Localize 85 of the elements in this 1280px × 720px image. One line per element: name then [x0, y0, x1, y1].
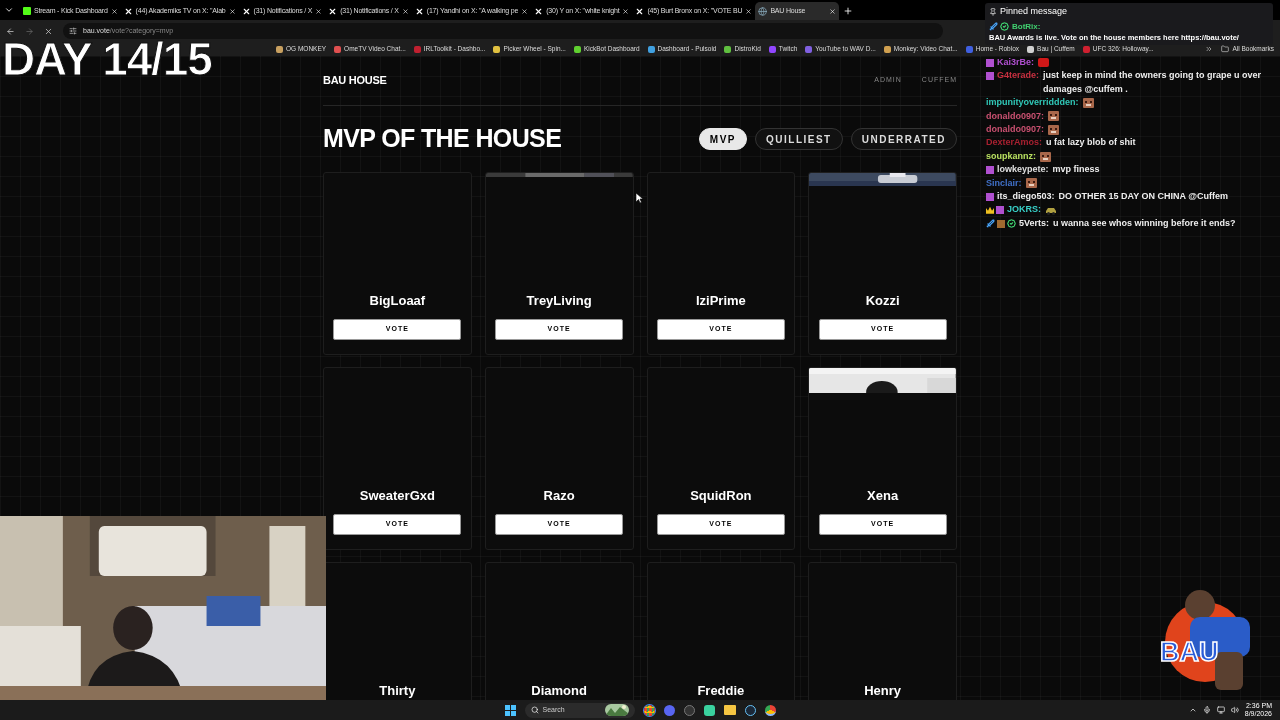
- app-icon[interactable]: [744, 704, 756, 716]
- app-icon[interactable]: [703, 704, 715, 716]
- close-icon[interactable]: [228, 7, 236, 15]
- chevron-up-icon[interactable]: [1188, 706, 1197, 714]
- close-icon[interactable]: [401, 7, 409, 15]
- chat-username[interactable]: its_diego503:: [997, 190, 1055, 204]
- candidate-name: Razo: [542, 488, 576, 504]
- category-tab[interactable]: QUILLIEST: [755, 128, 843, 150]
- candidate-name: TreyLiving: [525, 293, 593, 309]
- gift-icon: [997, 219, 1005, 228]
- cursor-icon: [636, 193, 643, 203]
- chat-message: DO OTHER 15 DAY ON CHINA @Cuffem: [1058, 190, 1228, 204]
- candidate-name: IziPrime: [694, 293, 747, 309]
- chat-username[interactable]: donaldo0907:: [986, 109, 1044, 124]
- tab-search-icon[interactable]: [4, 5, 14, 15]
- emote-icon: [1025, 178, 1037, 189]
- x-logo-icon: [123, 6, 133, 16]
- chat-username[interactable]: JOKRS:: [1007, 203, 1041, 217]
- close-icon[interactable]: [110, 7, 118, 15]
- close-icon[interactable]: [745, 7, 753, 15]
- pinned-heading: Pinned message: [1000, 5, 1068, 18]
- close-icon[interactable]: [521, 7, 529, 15]
- x-logo-icon: [414, 6, 424, 16]
- chat-username[interactable]: soupkannz:: [986, 149, 1036, 164]
- candidate-name: Xena: [866, 488, 900, 504]
- chat-username[interactable]: Sinclair:: [986, 176, 1022, 191]
- chat-app-icon[interactable]: [663, 704, 675, 716]
- emote-icon: [1038, 58, 1049, 68]
- chat-username[interactable]: Kai3rBe:: [997, 56, 1034, 70]
- candidate-name: Diamond: [530, 683, 588, 699]
- emote-icon: [1048, 124, 1059, 135]
- chat-message: mvp finess: [1052, 163, 1100, 177]
- site-logo[interactable]: BAU HOUSE: [323, 72, 387, 89]
- site-info-icon[interactable]: [69, 27, 77, 35]
- emote-icon: [1040, 151, 1051, 162]
- subscriber-icon: [986, 165, 994, 174]
- more-bookmarks-icon[interactable]: [1205, 45, 1214, 53]
- x-logo-icon: [328, 6, 338, 16]
- browser-icon[interactable]: [643, 704, 655, 716]
- chat-username[interactable]: impunityoverriddden:: [986, 96, 1079, 110]
- pin-icon: [989, 7, 997, 16]
- new-tab-icon[interactable]: [843, 6, 854, 16]
- search-icon: [530, 706, 539, 714]
- sword-icon: [986, 219, 995, 229]
- chat-username[interactable]: lowkeypete:: [997, 163, 1049, 177]
- kick-logo-icon: [23, 7, 31, 15]
- emote-icon: [1082, 97, 1094, 108]
- chat-username[interactable]: 5Verts:: [1019, 216, 1050, 231]
- close-icon[interactable]: [622, 7, 630, 15]
- car-icon: [1045, 205, 1057, 215]
- close-icon[interactable]: [829, 7, 837, 15]
- stop-icon[interactable]: [44, 26, 53, 36]
- check-badge-icon: [1000, 22, 1009, 31]
- category-tab[interactable]: UNDERRATED: [850, 128, 957, 150]
- sword-icon: [989, 22, 998, 31]
- close-icon[interactable]: [315, 7, 323, 15]
- candidate-name: Thirty: [378, 683, 417, 699]
- candidate-name: Kozzi: [864, 293, 901, 309]
- x-logo-icon: [241, 6, 251, 16]
- windows-icon[interactable]: [504, 704, 516, 716]
- candidate-name: SweaterGxd: [358, 488, 436, 504]
- x-logo-icon: [635, 6, 645, 16]
- check-badge-icon: [1007, 219, 1016, 229]
- browser-icon[interactable]: [764, 704, 776, 716]
- chat-username: BotRix:: [1012, 20, 1041, 33]
- candidate-name: SquidRon: [689, 488, 753, 504]
- back-icon[interactable]: [6, 26, 15, 36]
- category-tab[interactable]: MVP: [698, 128, 747, 150]
- chat-username[interactable]: donaldo0907:: [986, 123, 1044, 137]
- chat-message: just keep in mind the owners going to grape u over damages @cuffem .: [1043, 69, 1263, 96]
- chat-username[interactable]: G4terade:: [997, 69, 1040, 83]
- globe-icon: [758, 6, 768, 16]
- folder-icon[interactable]: [723, 705, 736, 715]
- candidate-name: Freddie: [696, 683, 746, 699]
- page-title: MVP OF THE HOUSE: [323, 123, 562, 155]
- candidate-name: BigLoaaf: [368, 293, 427, 309]
- crown-icon: [986, 206, 994, 214]
- folder-icon: [1221, 45, 1230, 53]
- chat-message: u wanna see whos winning before it ends?: [1053, 216, 1236, 230]
- day-counter: DAY 14/15: [2, 36, 212, 82]
- chat-message: u fat lazy blob of shit: [1046, 136, 1136, 150]
- candidate-name: Henry: [863, 683, 903, 699]
- emote-icon: [1048, 111, 1059, 122]
- speaker-icon[interactable]: [1230, 706, 1239, 714]
- x-logo-icon: [534, 6, 544, 16]
